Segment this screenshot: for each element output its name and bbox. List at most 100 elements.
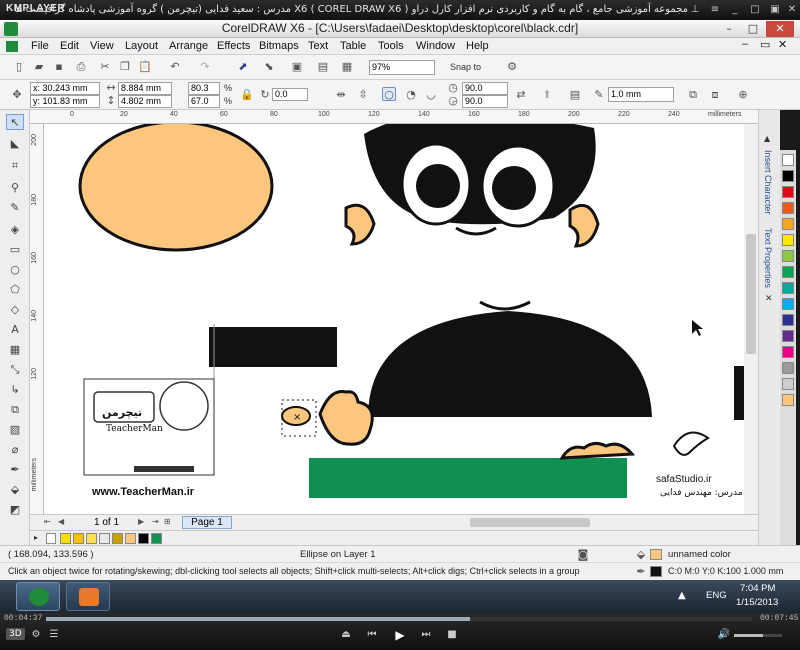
scale-y-field[interactable]: 67.0: [188, 95, 220, 108]
document-palette-swatch[interactable]: [112, 533, 123, 544]
print-icon[interactable]: ⎙: [74, 60, 88, 74]
menu-arrange[interactable]: Arrange: [169, 40, 208, 52]
transparency-tool-icon[interactable]: ▨: [6, 422, 24, 438]
player-close-icon[interactable]: ✕: [785, 3, 799, 17]
wrap-text-icon[interactable]: ▤: [568, 88, 582, 102]
convert-curves-icon[interactable]: ⬆: [540, 88, 554, 102]
arc-mode-icon[interactable]: ◡: [424, 88, 438, 102]
document-palette-swatch[interactable]: [99, 533, 110, 544]
player-restore-icon[interactable]: ▣: [768, 3, 782, 17]
palette-swatch[interactable]: [782, 394, 794, 406]
application-launcher-icon[interactable]: ▤: [316, 60, 330, 74]
page-tab[interactable]: Page 1: [182, 516, 232, 529]
doc-icon[interactable]: [6, 41, 18, 52]
zoom-tool-icon[interactable]: ⚲: [6, 180, 24, 196]
head-ellipse[interactable]: [78, 124, 274, 252]
new-document-icon[interactable]: ▯: [12, 60, 26, 74]
ellipse-mode-icon[interactable]: ○: [382, 87, 396, 101]
crop-tool-icon[interactable]: ⌗: [6, 158, 24, 174]
menu-text[interactable]: Text: [308, 40, 328, 52]
document-palette-swatch[interactable]: [151, 533, 162, 544]
3d-mode-button[interactable]: 3D: [6, 628, 25, 640]
to-back-icon[interactable]: ⧈: [708, 88, 722, 102]
shape-tool-icon[interactable]: ◣: [6, 136, 24, 152]
horizontal-ruler[interactable]: 0 20 40 60 80 100 120 140 160 180 200 22…: [30, 110, 758, 124]
polygon-tool-icon[interactable]: ⬠: [6, 282, 24, 298]
camtasia-taskbar-button[interactable]: [66, 582, 110, 611]
welcome-screen-icon[interactable]: ▦: [340, 60, 354, 74]
menu-view[interactable]: View: [90, 40, 114, 52]
text-tool-icon[interactable]: A: [6, 322, 24, 338]
fingers-shape[interactable]: [559, 441, 636, 460]
end-angle-field[interactable]: 90.0: [462, 95, 508, 108]
language-indicator[interactable]: ENG: [706, 590, 727, 601]
basic-shapes-tool-icon[interactable]: ◇: [6, 302, 24, 318]
table-tool-icon[interactable]: ▦: [6, 342, 24, 358]
mirror-horizontal-icon[interactable]: ⇹: [334, 88, 348, 102]
player-minimize-icon[interactable]: _: [728, 3, 742, 17]
interactive-fill-tool-icon[interactable]: ◩: [6, 502, 24, 518]
blend-tool-icon[interactable]: ⧉: [6, 402, 24, 418]
player-maximize-icon[interactable]: □: [748, 3, 762, 17]
menu-effects[interactable]: Effects: [217, 40, 250, 52]
paste-icon[interactable]: 📋: [138, 60, 152, 74]
hand-shape[interactable]: [318, 389, 374, 446]
mouth-curve[interactable]: [479, 300, 531, 311]
redo-icon[interactable]: ↷: [198, 60, 212, 74]
menu-tools[interactable]: Tools: [378, 40, 404, 52]
drawing-canvas[interactable]: × تیچرمن TeacherMan www.TeacherMan.ir sa…: [44, 124, 760, 514]
tray-arrow-icon[interactable]: ▲: [678, 590, 686, 601]
palette-swatch[interactable]: [782, 378, 794, 390]
fill-tool-icon[interactable]: ⬙: [6, 482, 24, 498]
palette-swatch[interactable]: [782, 266, 794, 278]
first-page-icon[interactable]: ⇤: [44, 517, 51, 526]
menu-table[interactable]: Table: [340, 40, 366, 52]
palette-swatch[interactable]: [782, 346, 794, 358]
player-settings-icon[interactable]: ⚙: [28, 627, 44, 643]
previous-icon[interactable]: ⏮: [364, 627, 380, 643]
ear-shape[interactable]: [568, 203, 600, 248]
lock-ratio-icon[interactable]: 🔒: [240, 88, 254, 102]
fill-color-swatch[interactable]: [650, 549, 662, 560]
menu-layout[interactable]: Layout: [125, 40, 158, 52]
seek-bar[interactable]: [46, 617, 752, 621]
palette-swatch[interactable]: [782, 218, 794, 230]
close-button[interactable]: ✕: [766, 21, 794, 37]
docker-arrow-icon[interactable]: ▲: [764, 134, 770, 143]
document-palette-swatch[interactable]: [125, 533, 136, 544]
undo-icon[interactable]: ↶: [168, 60, 182, 74]
connector-tool-icon[interactable]: ↳: [6, 382, 24, 398]
pie-mode-icon[interactable]: ◔: [404, 88, 418, 102]
palette-swatch[interactable]: [782, 250, 794, 262]
scale-x-field[interactable]: 80.3: [188, 82, 220, 95]
menu-edit[interactable]: Edit: [60, 40, 79, 52]
volume-slider[interactable]: [734, 634, 782, 637]
menu-bitmaps[interactable]: Bitmaps: [259, 40, 299, 52]
player-menu-icon[interactable]: ≡: [708, 3, 722, 17]
docker-close-icon[interactable]: ✕: [765, 294, 773, 304]
snap-to-dropdown[interactable]: Snap to: [450, 62, 481, 72]
nose-curve[interactable]: [455, 226, 497, 236]
palette-swatch[interactable]: [782, 202, 794, 214]
coreldraw-taskbar-button[interactable]: [16, 582, 60, 611]
y-position-field[interactable]: y: 101.83 mm: [30, 95, 100, 108]
open-icon[interactable]: ▰: [32, 60, 46, 74]
insert-character-tab[interactable]: Insert Character: [763, 150, 773, 215]
rotation-field[interactable]: 0.0: [272, 88, 308, 101]
body-dome[interactable]: [368, 311, 652, 417]
export-icon[interactable]: ⬊: [262, 60, 276, 74]
pick-tool-icon[interactable]: ↖: [6, 114, 24, 130]
document-palette-swatch[interactable]: [60, 533, 71, 544]
ellipse-tool-icon[interactable]: ○: [6, 262, 24, 278]
hair-shape[interactable]: [364, 124, 596, 225]
to-front-icon[interactable]: ⧉: [686, 88, 700, 102]
eject-icon[interactable]: ⏏: [338, 627, 354, 643]
options-icon[interactable]: ⚙: [505, 60, 519, 74]
no-color-swatch[interactable]: [46, 533, 56, 544]
green-rectangle[interactable]: [309, 458, 627, 498]
dimension-tool-icon[interactable]: ⤡: [6, 362, 24, 378]
doc-minimize-icon[interactable]: –: [742, 38, 748, 50]
ear-shape[interactable]: [344, 203, 376, 246]
doc-close-icon[interactable]: ✕: [778, 38, 787, 51]
direction-icon[interactable]: ⇄: [514, 88, 528, 102]
